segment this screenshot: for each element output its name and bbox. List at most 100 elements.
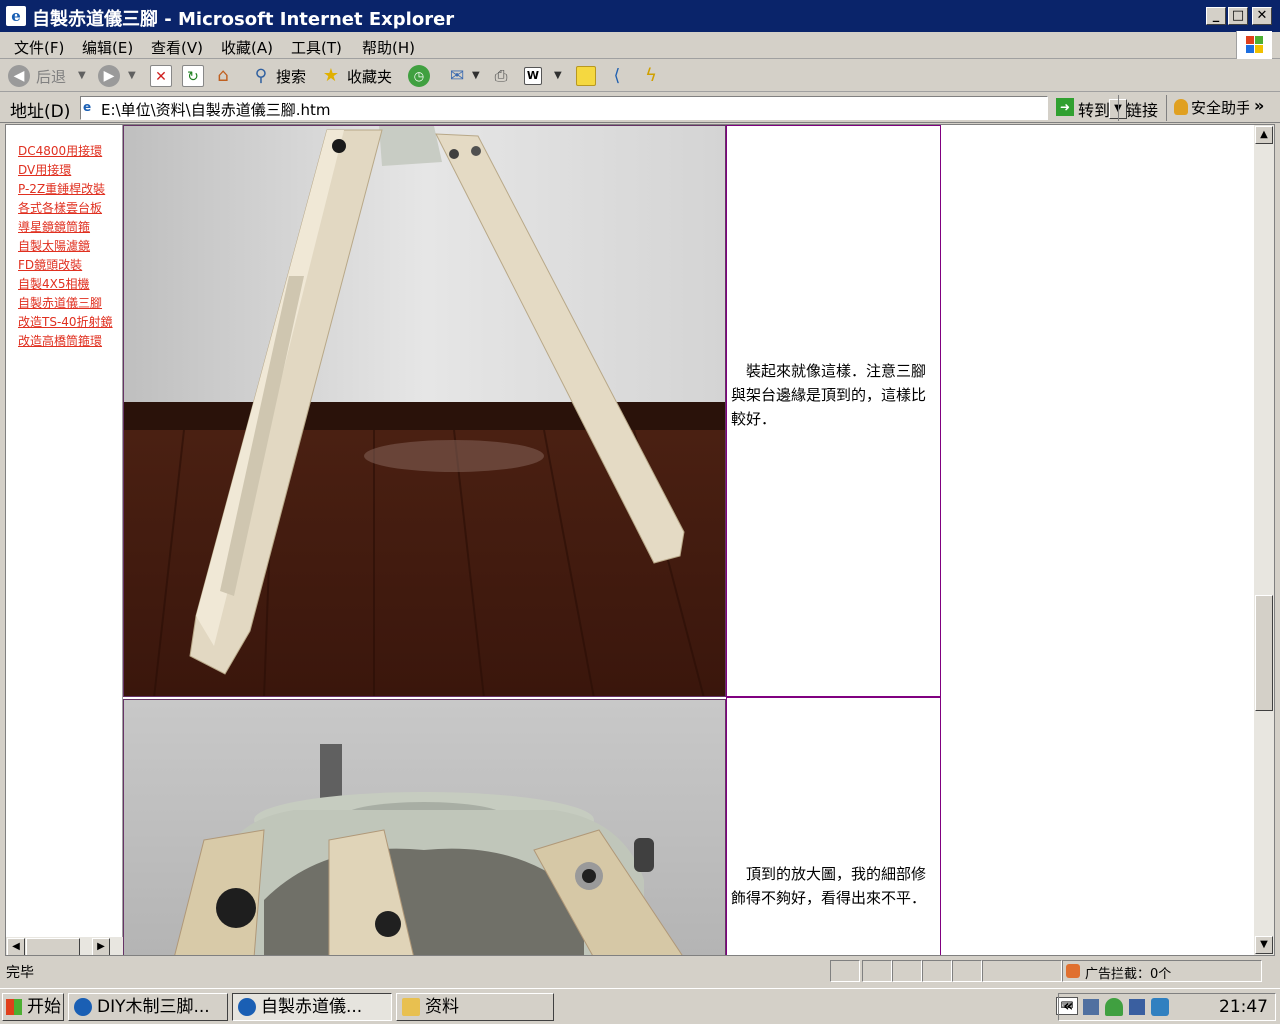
forward-dropdown-icon[interactable]: ▼ [128,70,136,81]
menu-favorites[interactable]: 收藏(A) [221,37,273,58]
task-label: DIY木制三脚... [97,997,210,1017]
home-icon[interactable]: ⌂ [212,65,234,87]
tray-expand-icon[interactable]: « [1063,996,1073,1015]
links-button[interactable]: 链接 [1126,97,1158,121]
description-cell: 頂到的放大圖，我的細部修飾得不夠好，看得出來不平． [726,697,941,955]
task-label: 资料 [425,997,459,1017]
back-dropdown-icon[interactable]: ▼ [78,70,86,81]
description-text: 頂到的放大圖，我的細部修飾得不夠好，看得出來不平． [731,865,927,907]
tray-shield-icon[interactable] [1151,998,1169,1016]
network-icon[interactable] [1083,999,1099,1015]
menu-file[interactable]: 文件(F) [14,37,64,58]
status-text: 完毕 [6,965,34,981]
messenger-icon[interactable]: ⟨ [606,65,628,87]
nav-link[interactable]: 各式各樣雲台板 [18,199,102,216]
edit-dropdown-icon[interactable]: ▼ [554,70,562,81]
go-arrow-icon[interactable]: ➜ [1056,98,1074,116]
system-tray: « 21:47 [1058,993,1276,1021]
scroll-up-button[interactable]: ▲ [1255,126,1273,144]
popup-blocker-panel[interactable]: 广告拦截：0个 [1062,960,1262,982]
mail-dropdown-icon[interactable]: ▼ [472,70,480,81]
shield-icon [1174,99,1188,115]
nav-link[interactable]: 自製太陽濾鏡 [18,237,90,254]
go-button[interactable]: 转到 [1078,97,1110,121]
back-button[interactable]: 后退 [36,66,66,87]
scroll-down-button[interactable]: ▼ [1255,936,1273,954]
horizontal-scrollbar[interactable]: ◀ ▶ [6,937,123,955]
taskbar: 开始 DIY木制三脚... 自製赤道儀... 资料 ⌨ « 21:47 [0,988,1280,1024]
menu-bar: 文件(F) 编辑(E) 查看(V) 收藏(A) 工具(T) 帮助(H) [0,33,1280,59]
window-title: 自製赤道儀三腳 - Microsoft Internet Explorer [32,9,455,30]
status-panel [892,960,922,982]
ie-icon: e [6,6,26,26]
scroll-right-button[interactable]: ▶ [92,938,110,955]
forward-arrow-icon[interactable]: ▶ [98,65,120,87]
lightning-icon[interactable]: ϟ [640,65,662,87]
clock: 21:47 [1219,997,1268,1017]
nav-link[interactable]: DV用接環 [18,161,71,178]
description-text: 裝起來就像這樣．注意三腳與架台邊緣是頂到的，這樣比較好． [731,362,927,428]
status-panel [830,960,860,982]
favorites-star-icon[interactable]: ★ [320,65,342,87]
favorites-button[interactable]: 收藏夹 [347,66,392,87]
search-button[interactable]: 搜索 [276,66,306,87]
nav-link[interactable]: FD鏡頭改裝 [18,256,82,273]
status-bar: 完毕 广告拦截：0个 [0,957,1280,985]
nav-link[interactable]: 自製赤道儀三腳 [18,294,102,311]
address-input[interactable]: e E:\单位\资料\自製赤道儀三腳.htm ▼ [80,96,1127,120]
task-diy-tripod[interactable]: DIY木制三脚... [68,993,228,1021]
separator [1118,95,1119,121]
close-button[interactable]: ✕ [1252,7,1272,25]
description-cell: 裝起來就像這樣．注意三腳與架台邊緣是頂到的，這樣比較好． [726,125,941,697]
folder-icon [402,998,420,1016]
refresh-icon[interactable]: ↻ [182,65,204,87]
menu-help[interactable]: 帮助(H) [362,37,415,58]
windows-logo-icon [1236,31,1272,59]
stop-icon[interactable]: ✕ [150,65,172,87]
security-tray-icon[interactable] [1129,999,1145,1015]
security-helper-button[interactable]: 安全助手 [1191,97,1249,118]
mail-icon[interactable]: ✉ [446,65,468,87]
menu-edit[interactable]: 编辑(E) [82,37,133,58]
tray-app-icon[interactable] [1105,998,1123,1016]
vertical-scrollbar[interactable]: ▲ ▼ [1254,125,1274,955]
task-current-page[interactable]: 自製赤道儀... [232,993,392,1021]
windows-flag-icon [6,999,22,1015]
status-panel [922,960,952,982]
status-panel [952,960,982,982]
media-icon[interactable]: ◷ [408,65,430,87]
chevron-right-icon[interactable]: » [1254,96,1264,115]
page-icon: e [83,100,92,114]
browser-content: DC4800用接環 DV用接環 P-2Z重錘桿改裝 各式各樣雲台板 導星鏡鏡筒箍… [5,124,1275,956]
popup-blocker-icon [1066,964,1080,978]
menu-tools[interactable]: 工具(T) [291,37,342,58]
print-icon[interactable]: ⎙ [490,65,512,87]
search-icon[interactable]: ⚲ [250,65,272,87]
nav-link[interactable]: 改造高橋筒箍環 [18,332,102,349]
nav-link[interactable]: 導星鏡鏡筒箍 [18,218,90,235]
ie-icon [238,998,256,1016]
notes-icon[interactable] [576,66,596,86]
maximize-button[interactable]: □ [1228,7,1248,25]
nav-link[interactable]: P-2Z重錘桿改裝 [18,180,105,197]
scroll-thumb[interactable] [26,938,80,955]
status-panel [982,960,1062,982]
start-button[interactable]: 开始 [2,993,64,1021]
task-folder[interactable]: 资料 [396,993,554,1021]
start-label: 开始 [27,997,61,1017]
task-label: 自製赤道儀... [261,997,363,1017]
tripod-photo [123,125,726,697]
scroll-thumb[interactable] [1255,595,1273,711]
menu-view[interactable]: 查看(V) [151,37,203,58]
scroll-left-button[interactable]: ◀ [7,938,25,955]
back-arrow-icon[interactable]: ◀ [8,65,30,87]
closeup-photo [123,699,726,955]
minimize-button[interactable]: _ [1206,7,1226,25]
nav-link[interactable]: 自製4X5相機 [18,275,90,292]
ie-icon [74,998,92,1016]
nav-link[interactable]: DC4800用接環 [18,142,102,159]
nav-link[interactable]: 改造TS-40折射鏡 [18,313,113,330]
status-panel [862,960,892,982]
address-value[interactable]: E:\单位\资料\自製赤道儀三腳.htm [101,99,330,120]
edit-word-icon[interactable]: W [524,67,542,85]
